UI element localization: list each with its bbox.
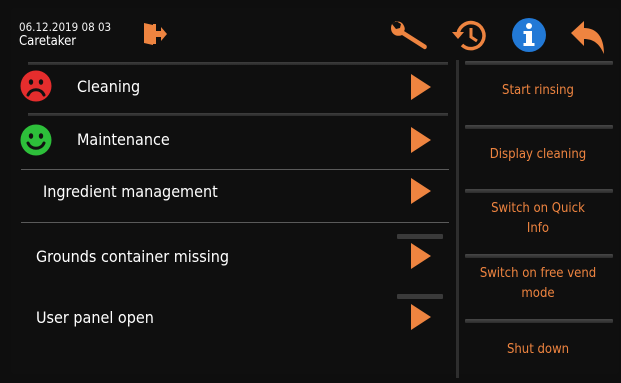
action-separator [465,319,613,323]
start-rinsing-button[interactable]: Start rinsing [462,82,614,100]
display-cleaning-button[interactable]: Display cleaning [462,146,614,164]
free-vend-mode-button[interactable]: Switch on free vend mode [462,262,614,314]
free-vend-label-line1: Switch on free vend [479,266,597,281]
quick-info-label-line2: Info [526,221,550,236]
screen: 06.12.2019 08 03 Caretaker Cleaning Main… [0,0,621,383]
row-separator [21,169,449,170]
sad-face-icon [20,70,52,102]
wrench-icon[interactable] [389,20,429,52]
cleaning-arrow-icon[interactable] [411,74,431,100]
ingredient-management-arrow-icon[interactable] [411,178,431,204]
free-vend-label-line2: mode [521,286,555,301]
action-separator [465,125,613,129]
history-clock-icon[interactable] [449,17,491,55]
user-panel-arrow-icon[interactable] [411,304,431,330]
row-separator [21,222,449,223]
action-separator [465,254,613,258]
maintenance-arrow-icon[interactable] [411,127,431,153]
column-divider [456,60,459,378]
datetime-text: 06.12.2019 08 03 [19,20,112,34]
action-separator [465,61,613,65]
cleaning-label: Cleaning [77,77,141,96]
user-role-text: Caretaker [19,34,77,49]
maintenance-label: Maintenance [77,130,170,149]
grounds-container-arrow-icon[interactable] [411,243,431,269]
shut-down-button[interactable]: Shut down [462,341,614,359]
happy-face-icon [20,124,52,156]
action-separator [465,189,613,193]
ingredient-management-label: Ingredient management [43,182,218,201]
quick-info-button[interactable]: Switch on Quick Info [462,198,614,250]
quick-info-label-line1: Switch on Quick [491,201,585,216]
row-separator [28,113,448,116]
user-panel-open-label: User panel open [36,308,154,327]
exit-door-icon[interactable] [142,21,168,47]
grounds-container-missing-label: Grounds container missing [36,247,230,266]
list-top-separator [28,62,448,65]
info-icon[interactable] [511,17,547,53]
back-arrow-icon[interactable] [568,19,608,55]
